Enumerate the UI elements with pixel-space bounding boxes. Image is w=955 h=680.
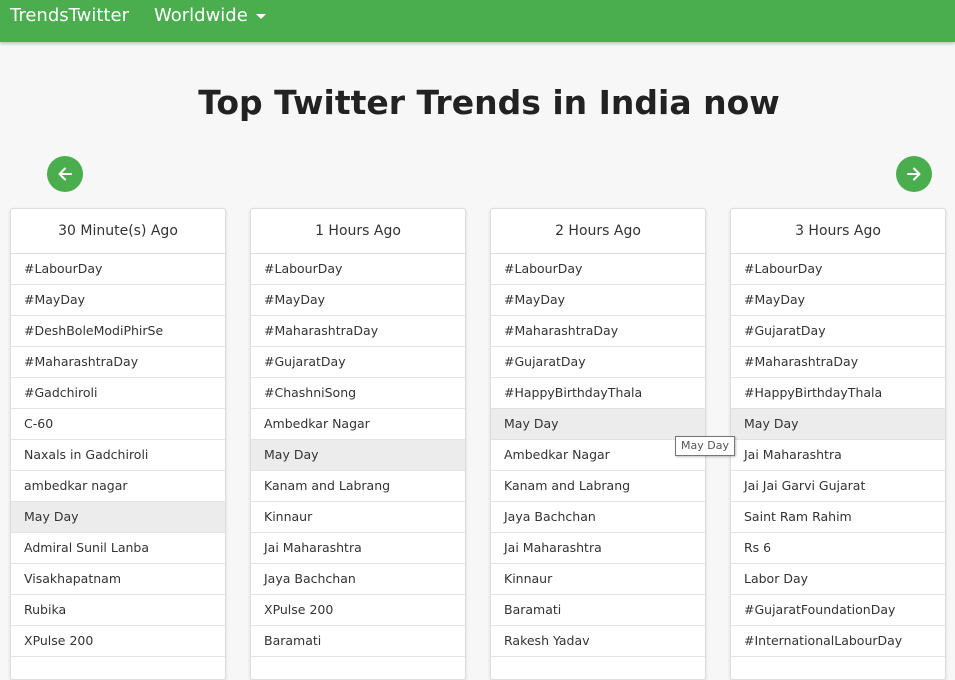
trend-item[interactable]: #LabourDay — [491, 254, 705, 285]
trend-item[interactable]: Kinnaur — [251, 502, 465, 533]
trend-item[interactable]: Kanam and Labrang — [251, 471, 465, 502]
trend-item[interactable]: #GujaratDay — [731, 316, 945, 347]
trend-list: #LabourDay #MayDay #GujaratDay #Maharashtra… — [731, 254, 945, 657]
column-header: 1 Hours Ago — [251, 209, 465, 254]
trend-list: #LabourDay #MayDay #MaharashtraDay #Gujarat… — [491, 254, 705, 657]
trend-item[interactable]: Baramati — [251, 626, 465, 657]
trend-item[interactable]: #MaharashtraDay — [11, 347, 225, 378]
next-button[interactable] — [896, 156, 932, 192]
region-label: Worldwide — [154, 5, 248, 26]
caret-down-icon — [255, 13, 266, 19]
trend-item[interactable]: #GujaratFoundationDay — [731, 595, 945, 626]
trend-item[interactable]: ambedkar nagar — [11, 471, 225, 502]
trend-item[interactable]: #InternationalLabourDay — [731, 626, 945, 657]
trend-column-1h: 1 Hours Ago #LabourDay #MayDay #Maharashtr… — [250, 208, 466, 680]
trend-item[interactable]: #MaharashtraDay — [251, 316, 465, 347]
hover-tooltip: May Day — [675, 436, 735, 456]
trend-item[interactable]: Jai Maharashtra — [251, 533, 465, 564]
trend-item[interactable]: Admiral Sunil Lanba — [11, 533, 225, 564]
column-header: 30 Minute(s) Ago — [11, 209, 225, 254]
trend-item[interactable]: #Gadchiroli — [11, 378, 225, 409]
trend-item[interactable]: Saint Ram Rahim — [731, 502, 945, 533]
region-dropdown[interactable]: Worldwide — [154, 5, 266, 27]
trend-item[interactable]: #HappyBirthdayThala — [491, 378, 705, 409]
trend-item[interactable]: #GujaratDay — [251, 347, 465, 378]
trend-list: #LabourDay #MayDay #DeshBoleModiPhirSe #Mah… — [11, 254, 225, 657]
trend-item[interactable]: Jai Maharashtra — [491, 533, 705, 564]
trend-item[interactable]: Rubika — [11, 595, 225, 626]
trend-item[interactable]: Jai Maharashtra — [731, 440, 945, 471]
trend-item[interactable]: #DeshBoleModiPhirSe — [11, 316, 225, 347]
trend-item[interactable]: Jai Jai Garvi Gujarat — [731, 471, 945, 502]
trend-column-2h: 2 Hours Ago #LabourDay #MayDay #Maharashtr… — [490, 208, 706, 680]
trend-item[interactable]: #LabourDay — [731, 254, 945, 285]
trend-item[interactable]: Kanam and Labrang — [491, 471, 705, 502]
trend-item[interactable]: #HappyBirthdayThala — [731, 378, 945, 409]
trend-item[interactable]: #MayDay — [731, 285, 945, 316]
trend-item[interactable]: Ambedkar Nagar — [491, 440, 705, 471]
trend-item[interactable]: XPulse 200 — [11, 626, 225, 657]
trend-item[interactable]: #MaharashtraDay — [491, 316, 705, 347]
trend-list: #LabourDay #MayDay #MaharashtraDay #Gujarat… — [251, 254, 465, 657]
arrow-left-icon — [58, 167, 72, 181]
trend-item[interactable]: May Day — [491, 409, 705, 440]
previous-button[interactable] — [47, 156, 83, 192]
column-header: 3 Hours Ago — [731, 209, 945, 254]
trend-item[interactable]: May Day — [731, 409, 945, 440]
trend-item[interactable]: Ambedkar Nagar — [251, 409, 465, 440]
trend-item[interactable]: #ChashniSong — [251, 378, 465, 409]
trend-item[interactable]: #MayDay — [491, 285, 705, 316]
trend-item[interactable]: Visakhapatnam — [11, 564, 225, 595]
trend-item[interactable]: Baramati — [491, 595, 705, 626]
trend-item[interactable]: Jaya Bachchan — [491, 502, 705, 533]
trend-item[interactable]: #MayDay — [11, 285, 225, 316]
trend-item[interactable]: Rakesh Yadav — [491, 626, 705, 657]
trend-item[interactable]: #LabourDay — [251, 254, 465, 285]
brand-link[interactable]: TrendsTwitter — [10, 5, 129, 27]
top-navbar: TrendsTwitter Worldwide — [0, 0, 955, 42]
trend-item[interactable]: #MayDay — [251, 285, 465, 316]
trend-item[interactable]: #GujaratDay — [491, 347, 705, 378]
trend-item[interactable]: #MaharashtraDay — [731, 347, 945, 378]
trend-item[interactable]: May Day — [11, 502, 225, 533]
trend-item[interactable]: Rs 6 — [731, 533, 945, 564]
trend-item[interactable]: C-60 — [11, 409, 225, 440]
trend-column-30min: 30 Minute(s) Ago #LabourDay #MayDay #DeshB… — [10, 208, 226, 680]
trend-item[interactable]: Kinnaur — [491, 564, 705, 595]
trend-item[interactable]: XPulse 200 — [251, 595, 465, 626]
trend-column-3h: 3 Hours Ago #LabourDay #MayDay #GujaratDay… — [730, 208, 946, 680]
trend-item[interactable]: #LabourDay — [11, 254, 225, 285]
trend-item[interactable]: May Day — [251, 440, 465, 471]
trend-item[interactable]: Jaya Bachchan — [251, 564, 465, 595]
column-header: 2 Hours Ago — [491, 209, 705, 254]
trend-item[interactable]: Naxals in Gadchiroli — [11, 440, 225, 471]
page-title: Top Twitter Trends in India now — [198, 83, 780, 122]
trend-item[interactable]: Labor Day — [731, 564, 945, 595]
arrow-right-icon — [907, 167, 921, 181]
